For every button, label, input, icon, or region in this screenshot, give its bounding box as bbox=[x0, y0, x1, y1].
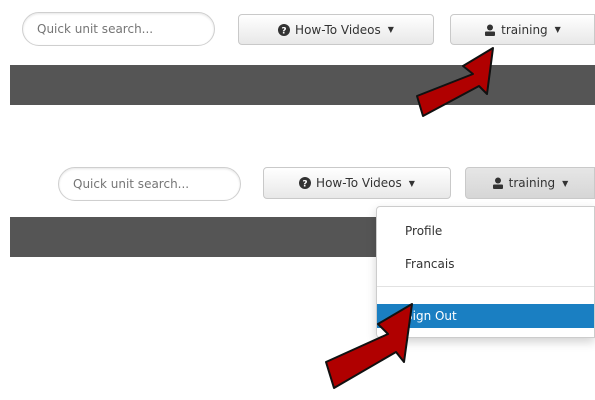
navigation-bar bbox=[10, 217, 376, 257]
caret-down-icon: ▼ bbox=[408, 178, 415, 188]
menu-item-profile[interactable]: Profile bbox=[377, 219, 594, 243]
how-to-videos-label: How-To Videos bbox=[295, 22, 381, 37]
user-menu-button[interactable]: training ▼ bbox=[450, 14, 595, 45]
menu-divider bbox=[377, 286, 594, 287]
user-menu-button[interactable]: training ▼ bbox=[465, 167, 595, 199]
question-circle-icon: ? bbox=[299, 177, 312, 189]
menu-item-francais[interactable]: Francais bbox=[377, 252, 594, 276]
user-menu-label: training bbox=[501, 22, 548, 37]
question-circle-icon: ? bbox=[278, 23, 291, 36]
user-icon bbox=[492, 177, 504, 189]
navigation-bar bbox=[10, 65, 595, 105]
pointer-arrow-icon bbox=[416, 47, 494, 117]
top-panel: ? How-To Videos ▼ training ▼ bbox=[0, 0, 595, 150]
how-to-videos-label: How-To Videos bbox=[316, 176, 402, 190]
quick-unit-search-input[interactable] bbox=[22, 12, 215, 46]
how-to-videos-button[interactable]: ? How-To Videos ▼ bbox=[238, 14, 434, 45]
svg-text:?: ? bbox=[281, 26, 286, 36]
caret-down-icon: ▼ bbox=[387, 25, 394, 34]
how-to-videos-button[interactable]: ? How-To Videos ▼ bbox=[263, 167, 451, 199]
user-icon bbox=[484, 24, 496, 36]
user-menu-label: training bbox=[508, 176, 556, 190]
pointer-arrow-icon bbox=[325, 303, 413, 389]
svg-text:?: ? bbox=[302, 179, 307, 189]
caret-down-icon: ▼ bbox=[554, 25, 561, 34]
quick-unit-search-input[interactable] bbox=[58, 167, 241, 201]
caret-down-icon: ▼ bbox=[562, 178, 569, 188]
